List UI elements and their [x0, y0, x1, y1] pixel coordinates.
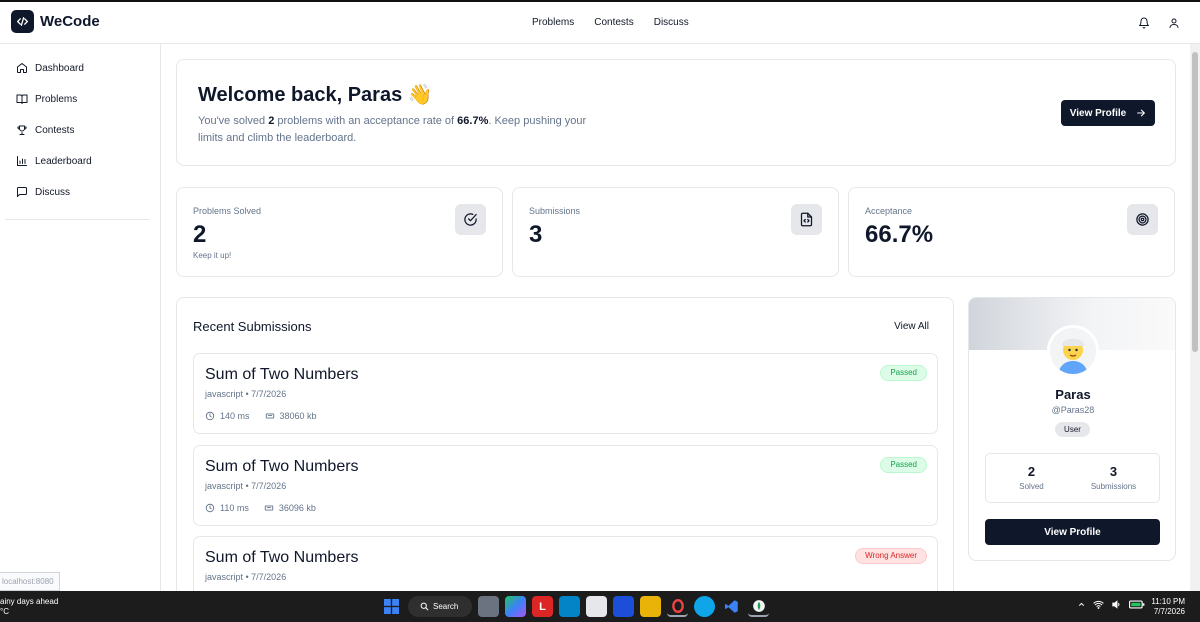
battery-icon[interactable]: [1129, 599, 1145, 612]
wifi-icon[interactable]: [1093, 599, 1104, 612]
system-clock[interactable]: 11:10 PM 7/7/2026: [1151, 597, 1185, 617]
sidebar-item-dashboard[interactable]: Dashboard: [16, 62, 84, 74]
widgets-icon[interactable]: [613, 596, 634, 617]
sidebar-item-leaderboard[interactable]: Leaderboard: [16, 155, 92, 167]
nav-problems[interactable]: Problems: [532, 17, 574, 28]
submission-meta: javascript • 7/7/2026: [205, 389, 287, 399]
sidebar-item-problems[interactable]: Problems: [16, 93, 77, 105]
welcome-title: Welcome back, Paras 👋: [198, 84, 433, 106]
submission-item[interactable]: Sum of Two Numbers javascript • 7/7/2026…: [193, 445, 938, 526]
target-icon: [1127, 204, 1158, 235]
task-view-icon[interactable]: [478, 596, 499, 617]
status-url: localhost:8080: [0, 572, 60, 591]
app-name: WeCode: [40, 13, 100, 30]
mongodb-icon[interactable]: [748, 596, 769, 617]
taskbar-search[interactable]: Search: [408, 596, 472, 617]
memory-icon: [264, 503, 274, 513]
sidebar: Dashboard Problems Contests Leaderboard …: [0, 44, 161, 591]
chevron-up-icon[interactable]: [1077, 600, 1086, 611]
folder-icon[interactable]: [640, 596, 661, 617]
sidebar-item-label: Contests: [35, 124, 75, 136]
status-badge: Wrong Answer: [855, 548, 927, 564]
sidebar-item-label: Dashboard: [35, 62, 84, 74]
system-tray: [1077, 599, 1145, 612]
docker-icon[interactable]: [694, 596, 715, 617]
welcome-text: You've solved 2 problems with an accepta…: [198, 115, 587, 144]
check-circle-icon: [455, 204, 486, 235]
recent-submissions: Recent Submissions View All Sum of Two N…: [176, 297, 954, 617]
stat-card-acceptance: Acceptance 66.7%: [848, 187, 1175, 277]
profile-view-button[interactable]: View Profile: [985, 519, 1160, 545]
book-icon: [16, 93, 28, 105]
submission-title: Sum of Two Numbers: [205, 549, 359, 566]
volume-icon[interactable]: [1111, 599, 1122, 612]
view-all-link[interactable]: View All: [894, 321, 929, 332]
status-badge: Passed: [880, 365, 927, 381]
profile-handle: @Paras28: [1051, 405, 1095, 415]
submission-title: Sum of Two Numbers: [205, 366, 359, 383]
file-code-icon: [791, 204, 822, 235]
nav-contests[interactable]: Contests: [594, 17, 633, 28]
role-badge: User: [1055, 422, 1090, 437]
app-l-icon[interactable]: L: [532, 596, 553, 617]
copilot-icon[interactable]: [505, 596, 526, 617]
clock-icon: [205, 411, 215, 421]
message-icon: [16, 186, 28, 198]
submission-item[interactable]: Sum of Two Numbers javascript • 7/7/2026…: [193, 353, 938, 434]
vscode-icon[interactable]: [721, 596, 742, 617]
sidebar-item-label: Leaderboard: [35, 155, 92, 167]
trophy-icon: [16, 124, 28, 136]
submission-meta: javascript • 7/7/2026: [205, 572, 287, 582]
top-bar: WeCode Problems Contests Discuss: [0, 0, 1200, 44]
sidebar-item-contests[interactable]: Contests: [16, 124, 74, 136]
logo[interactable]: WeCode: [11, 10, 100, 33]
profile-stats: 2 Solved 3 Submissions: [985, 453, 1160, 503]
windows-start-icon[interactable]: [381, 596, 402, 617]
solved-count: 2: [1027, 464, 1036, 479]
scrollbar-thumb[interactable]: [1192, 52, 1198, 352]
outlook-icon[interactable]: [559, 596, 580, 617]
welcome-card: Welcome back, Paras 👋 You've solved 2 pr…: [176, 59, 1176, 166]
sidebar-item-label: Problems: [35, 93, 78, 105]
clock-icon: [205, 503, 215, 513]
section-title: Recent Submissions: [193, 319, 312, 334]
user-icon[interactable]: [1168, 16, 1180, 34]
runtime: 110 ms: [220, 503, 249, 513]
arrow-right-icon: [1136, 108, 1146, 118]
submission-title: Sum of Two Numbers: [205, 458, 359, 475]
weather-widget[interactable]: ainy days ahead °C: [0, 597, 58, 617]
memory-icon: [265, 411, 275, 421]
profile-card: Paras @Paras28 User 2 Solved 3 Submissio…: [968, 297, 1176, 561]
memory-usage: 36096 kb: [278, 503, 316, 513]
top-nav: Problems Contests Discuss: [532, 17, 689, 28]
nav-discuss[interactable]: Discuss: [654, 17, 689, 28]
status-badge: Passed: [880, 457, 927, 473]
memory-usage: 38060 kb: [279, 411, 317, 421]
sidebar-divider: [5, 219, 150, 220]
store-icon[interactable]: [586, 596, 607, 617]
code-icon: [11, 10, 34, 33]
profile-name: Paras: [1055, 387, 1091, 402]
os-taskbar: ainy days ahead °C Search L 11:10 PM 7/7…: [0, 591, 1200, 622]
submission-meta: javascript • 7/7/2026: [205, 481, 287, 491]
search-icon: [420, 602, 429, 611]
sidebar-item-discuss[interactable]: Discuss: [16, 186, 70, 198]
opera-icon[interactable]: [667, 596, 688, 617]
bar-chart-icon: [16, 155, 28, 167]
avatar[interactable]: [1047, 325, 1099, 377]
stat-card-submissions: Submissions 3: [512, 187, 839, 277]
runtime: 140 ms: [220, 411, 250, 421]
stat-card-solved: Problems Solved 2 Keep it up!: [176, 187, 503, 277]
view-profile-button[interactable]: View Profile: [1061, 100, 1155, 126]
solved-label: Solved: [1019, 482, 1044, 491]
bell-icon[interactable]: [1138, 16, 1150, 34]
submissions-label: Submissions: [1090, 482, 1137, 491]
page-scrollbar[interactable]: [1190, 44, 1200, 591]
home-icon: [16, 62, 28, 74]
sidebar-item-label: Discuss: [35, 186, 71, 198]
submissions-count: 3: [1109, 464, 1118, 479]
